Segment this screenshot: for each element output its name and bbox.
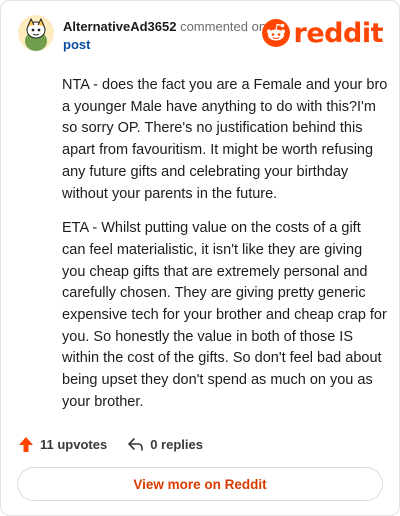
reply-arrow-icon [128, 438, 144, 451]
comment-paragraph-2: ETA - Whilst putting value on the costs … [62, 220, 387, 410]
upvote-button[interactable]: 11 upvotes [18, 436, 107, 453]
post-link[interactable]: post [63, 36, 266, 54]
upvote-count: 11 upvotes [40, 436, 108, 452]
reply-button[interactable]: 0 replies [127, 437, 203, 452]
comment-card: AlternativeAd3652 commented on post redd… [0, 0, 400, 516]
username[interactable]: AlternativeAd3652 [63, 19, 176, 34]
comment-body: NTA - does the fact you are a Female and… [62, 75, 388, 427]
view-more-button[interactable]: View more on Reddit [17, 467, 383, 501]
avatar-icon [18, 15, 54, 51]
upvote-arrow-icon [19, 436, 33, 452]
comment-actions: 11 upvotes 0 replies [18, 433, 223, 455]
reddit-snoo-icon [261, 19, 290, 47]
commented-on-text: commented on [180, 19, 267, 34]
reply-count: 0 replies [150, 436, 203, 452]
avatar[interactable] [18, 15, 54, 51]
brand-wordmark: reddit [293, 17, 384, 49]
comment-meta: AlternativeAd3652 commented on post [63, 18, 266, 54]
comment-header: AlternativeAd3652 commented on post redd… [18, 15, 384, 55]
comment-paragraph-1: NTA - does the fact you are a Female and… [62, 77, 388, 202]
reddit-logo[interactable]: reddit [261, 17, 384, 49]
